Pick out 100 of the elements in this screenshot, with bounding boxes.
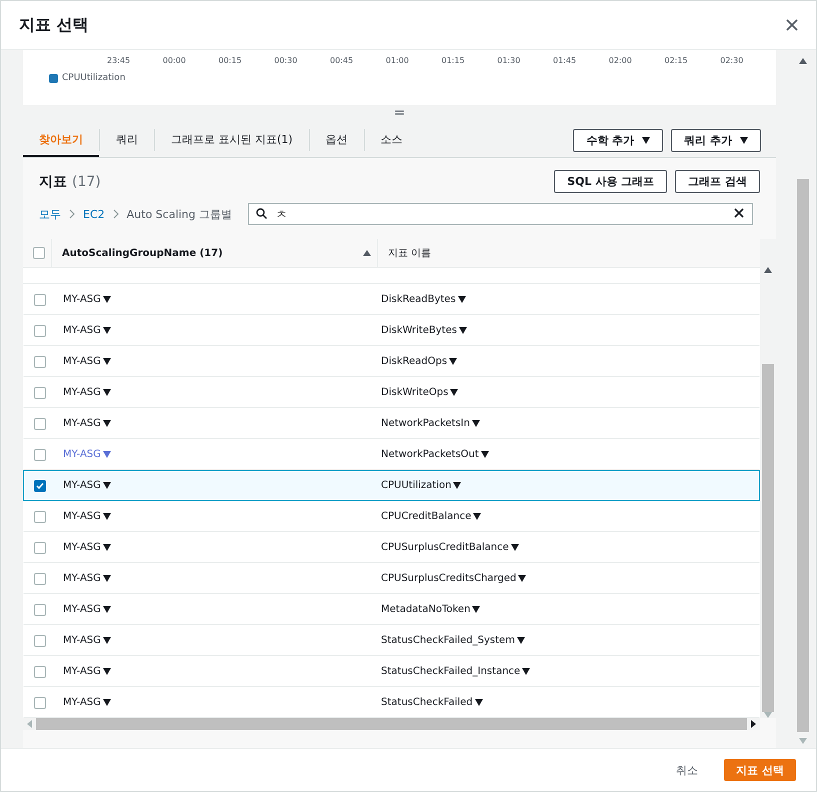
cancel-link[interactable]: 취소 bbox=[670, 762, 704, 778]
table-scrollbar[interactable] bbox=[760, 239, 776, 718]
caret-icon[interactable] bbox=[102, 482, 111, 489]
table-row[interactable]: MY-ASG MetadataNoToken bbox=[23, 594, 760, 625]
row-checkbox[interactable] bbox=[34, 418, 46, 430]
caret-icon[interactable] bbox=[102, 575, 111, 582]
caret-icon[interactable] bbox=[102, 637, 111, 644]
group-cell[interactable]: MY-ASG bbox=[52, 542, 378, 553]
dropdown-button[interactable]: 수학 추가 bbox=[573, 128, 664, 152]
group-cell[interactable]: MY-ASG bbox=[52, 294, 378, 305]
caret-icon[interactable] bbox=[516, 637, 525, 644]
metric-cell[interactable]: NetworkPacketsIn bbox=[378, 418, 759, 429]
table-row[interactable]: MY-ASG StatusCheckFailed_System bbox=[23, 625, 760, 656]
caret-icon[interactable] bbox=[480, 451, 489, 458]
row-checkbox[interactable] bbox=[34, 386, 46, 398]
horizontal-scrollbar[interactable] bbox=[23, 718, 760, 730]
tab[interactable]: 그래프로 표시된 지표(1) bbox=[155, 123, 309, 157]
row-checkbox[interactable] bbox=[34, 634, 46, 646]
group-cell[interactable]: MY-ASG bbox=[52, 511, 378, 522]
group-cell[interactable]: MY-ASG bbox=[52, 604, 378, 615]
table-row[interactable]: MY-ASG DiskReadOps bbox=[23, 346, 760, 377]
caret-icon[interactable] bbox=[510, 544, 519, 551]
caret-icon[interactable] bbox=[518, 575, 526, 582]
metric-cell[interactable]: DiskReadOps bbox=[378, 356, 759, 367]
group-cell[interactable]: MY-ASG bbox=[52, 356, 378, 367]
caret-icon[interactable] bbox=[102, 296, 111, 303]
caret-icon[interactable] bbox=[102, 699, 111, 706]
row-checkbox[interactable] bbox=[34, 666, 46, 678]
row-checkbox[interactable] bbox=[34, 324, 46, 336]
scroll-right-icon[interactable] bbox=[751, 720, 756, 728]
column-header[interactable]: AutoScalingGroupName (17) bbox=[51, 239, 377, 267]
caret-icon[interactable] bbox=[474, 699, 483, 706]
graph-button[interactable]: SQL 사용 그래프 bbox=[554, 170, 668, 193]
metric-cell[interactable]: DiskReadBytes bbox=[378, 294, 759, 305]
row-checkbox[interactable] bbox=[34, 448, 46, 460]
caret-icon[interactable] bbox=[472, 606, 480, 613]
group-cell[interactable]: MY-ASG bbox=[52, 387, 378, 398]
caret-icon[interactable] bbox=[102, 544, 111, 551]
table-row[interactable]: MY-ASG NetworkPacketsIn bbox=[23, 408, 760, 439]
group-cell[interactable]: MY-ASG bbox=[52, 418, 378, 429]
sort-icon[interactable] bbox=[363, 250, 371, 256]
metric-cell[interactable]: StatusCheckFailed_System bbox=[378, 635, 759, 646]
graph-button[interactable]: 그래프 검색 bbox=[675, 170, 760, 193]
caret-icon[interactable] bbox=[453, 482, 462, 489]
breadcrumb-link[interactable]: 모두 bbox=[39, 206, 61, 222]
caret-icon[interactable] bbox=[473, 513, 482, 520]
group-cell[interactable]: MY-ASG bbox=[52, 697, 378, 708]
select-all-checkbox[interactable] bbox=[33, 247, 45, 259]
caret-icon[interactable] bbox=[642, 136, 650, 144]
group-cell[interactable]: MY-ASG bbox=[52, 573, 378, 584]
row-checkbox[interactable] bbox=[34, 510, 46, 522]
table-row[interactable]: MY-ASG CPUSurplusCreditsCharged bbox=[23, 563, 760, 594]
table-row[interactable]: MY-ASG DiskReadBytes bbox=[23, 284, 760, 315]
caret-icon[interactable] bbox=[102, 420, 111, 427]
caret-icon[interactable] bbox=[102, 327, 111, 334]
row-checkbox[interactable] bbox=[34, 604, 46, 616]
tab[interactable]: 옵션 bbox=[310, 123, 364, 157]
metric-cell[interactable]: StatusCheckFailed_Instance bbox=[378, 666, 759, 677]
tab[interactable]: 소스 bbox=[364, 123, 419, 157]
table-row[interactable]: MY-ASG DiskWriteOps bbox=[23, 377, 760, 408]
group-cell[interactable]: MY-ASG bbox=[52, 666, 378, 677]
table-row[interactable]: MY-ASG CPUUtilization bbox=[23, 470, 760, 501]
table-row[interactable]: MY-ASG StatusCheckFailed_Instance bbox=[23, 656, 760, 687]
metric-cell[interactable]: StatusCheckFailed bbox=[378, 697, 759, 708]
breadcrumb-link[interactable]: EC2 bbox=[83, 208, 105, 220]
group-cell[interactable]: MY-ASG bbox=[52, 325, 378, 336]
row-checkbox[interactable] bbox=[34, 356, 46, 368]
metric-cell[interactable]: NetworkPacketsOut bbox=[378, 449, 759, 460]
metric-cell[interactable]: DiskWriteOps bbox=[378, 387, 759, 398]
row-checkbox[interactable] bbox=[34, 696, 46, 708]
metric-cell[interactable]: CPUSurplusCreditBalance bbox=[378, 542, 759, 553]
metric-cell[interactable]: CPUUtilization bbox=[378, 480, 759, 491]
tab[interactable]: 쿼리 bbox=[100, 123, 154, 157]
caret-icon[interactable] bbox=[102, 606, 111, 613]
clear-icon[interactable] bbox=[734, 208, 744, 218]
table-row[interactable]: MY-ASG NetworkPacketsOut bbox=[23, 439, 760, 470]
metric-cell[interactable]: DiskWriteBytes bbox=[378, 325, 759, 336]
caret-icon[interactable] bbox=[102, 513, 111, 520]
scroll-up-icon[interactable] bbox=[764, 267, 772, 273]
table-row[interactable]: MY-ASG CPUCreditBalance bbox=[23, 501, 760, 532]
caret-icon[interactable] bbox=[458, 327, 467, 334]
close-icon[interactable] bbox=[786, 19, 798, 31]
dropdown-button[interactable]: 쿼리 추가 bbox=[671, 128, 761, 152]
metric-cell[interactable]: CPUSurplusCreditsCharged bbox=[378, 573, 759, 584]
caret-icon[interactable] bbox=[102, 668, 111, 675]
caret-icon[interactable] bbox=[458, 296, 466, 303]
caret-icon[interactable] bbox=[450, 389, 458, 396]
metric-cell[interactable]: CPUCreditBalance bbox=[378, 511, 759, 522]
caret-icon[interactable] bbox=[102, 358, 111, 365]
metric-cell[interactable]: MetadataNoToken bbox=[378, 604, 759, 615]
row-checkbox[interactable] bbox=[34, 542, 46, 554]
caret-icon[interactable] bbox=[472, 420, 480, 427]
group-cell[interactable]: MY-ASG bbox=[52, 480, 378, 491]
row-checkbox[interactable] bbox=[34, 480, 46, 492]
caret-icon[interactable] bbox=[102, 389, 111, 396]
row-checkbox[interactable] bbox=[34, 294, 46, 306]
table-row[interactable]: MY-ASG DiskWriteBytes bbox=[23, 315, 760, 346]
caret-icon[interactable] bbox=[522, 668, 530, 675]
search-field[interactable]: ㅊ bbox=[248, 203, 753, 225]
caret-icon[interactable] bbox=[449, 358, 458, 365]
